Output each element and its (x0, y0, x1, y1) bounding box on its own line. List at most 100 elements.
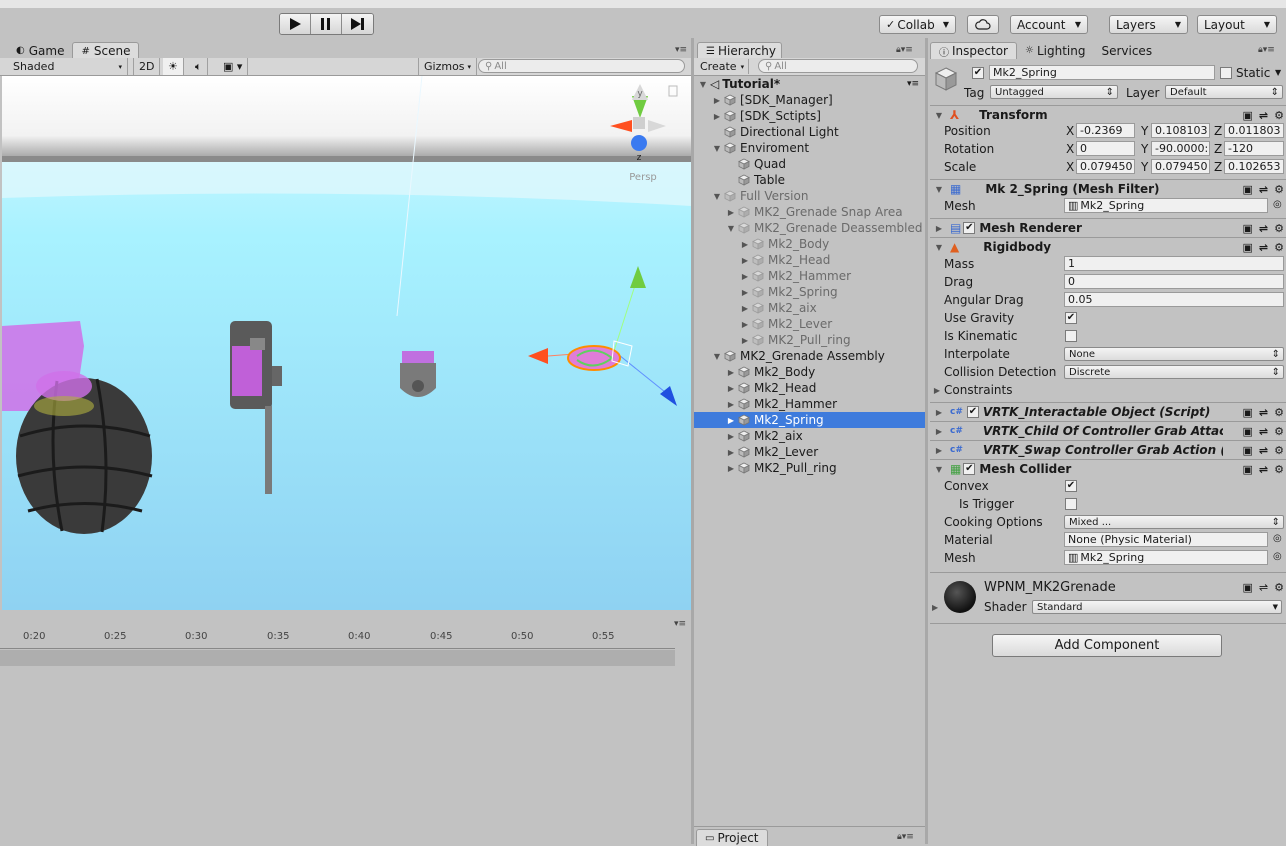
collapsed-arrow-icon[interactable]: ▶ (726, 464, 736, 473)
help-book-icon[interactable]: ▣ (1243, 581, 1253, 594)
expanded-arrow-icon[interactable]: ▼ (712, 144, 722, 153)
scale-x-field[interactable]: 0.079450 (1076, 159, 1135, 174)
active-checkbox[interactable]: ✔ (972, 67, 984, 79)
timeline-ruler[interactable]: 0:20 0:25 0:30 0:35 0:40 0:45 0:50 0:55 (0, 631, 675, 649)
collapsed-arrow-icon[interactable]: ▶ (740, 336, 750, 345)
tab-project[interactable]: ▭ Project (696, 829, 768, 846)
mesh-renderer-header[interactable]: ▶ ▤ ✔ Mesh Renderer ▣ ⇌ ⚙ (930, 218, 1286, 237)
preset-icon[interactable]: ⇌ (1259, 222, 1268, 235)
settings-gear-icon[interactable]: ⚙ (1274, 463, 1284, 476)
help-book-icon[interactable]: ▣ (1243, 109, 1253, 122)
mesh-filter-mesh-field[interactable]: ▥ Mk2_Spring (1064, 198, 1268, 213)
convex-checkbox[interactable]: ✔ (1065, 480, 1077, 492)
account-dropdown[interactable]: Account ▼ (1010, 15, 1088, 34)
tab-scene[interactable]: # Scene (72, 42, 140, 59)
constraints-foldout[interactable]: ▶ Constraints (932, 383, 1013, 397)
preset-icon[interactable]: ⇌ (1259, 406, 1268, 419)
static-checkbox[interactable] (1220, 67, 1232, 79)
scene-root[interactable]: ▼ ◁ Tutorial* ▾≡ (694, 76, 925, 92)
object-picker-icon[interactable]: ◎ (1273, 551, 1282, 562)
expanded-arrow-icon[interactable]: ▼ (712, 352, 722, 361)
script-header-swap-controller[interactable]: ▶ c# VRTK_Swap Controller Grab Action (!… (930, 440, 1286, 459)
rotation-x-field[interactable]: 0 (1076, 141, 1135, 156)
hierarchy-search-input[interactable]: ⚲ All (758, 59, 918, 73)
object-picker-icon[interactable]: ◎ (1273, 533, 1282, 544)
position-y-field[interactable]: 0.108103 (1151, 123, 1210, 138)
mesh-renderer-checkbox[interactable]: ✔ (963, 222, 976, 234)
layer-dropdown[interactable]: Default ⇕ (1165, 85, 1283, 99)
mesh-collider-checkbox[interactable]: ✔ (963, 463, 976, 475)
is-trigger-checkbox[interactable] (1065, 498, 1077, 510)
settings-gear-icon[interactable]: ⚙ (1274, 444, 1284, 457)
expanded-arrow-icon[interactable]: ▼ (712, 192, 722, 201)
collapsed-arrow-icon[interactable]: ▶ (726, 384, 736, 393)
position-z-field[interactable]: 0.011803 (1224, 123, 1284, 138)
add-component-button[interactable]: Add Component (992, 634, 1222, 657)
scale-y-field[interactable]: 0.079450 (1151, 159, 1210, 174)
mesh-filter-header[interactable]: ▼ ▦ Mk 2_Spring (Mesh Filter) ▣ ⇌ ⚙ (930, 179, 1286, 198)
preset-icon[interactable]: ⇌ (1259, 444, 1268, 457)
preset-icon[interactable]: ⇌ (1259, 425, 1268, 438)
hierarchy-item[interactable]: ▼ Enviroment (694, 140, 925, 156)
script-header-interactable-object[interactable]: ▶ c# ✔ VRTK_Interactable Object (Script)… (930, 402, 1286, 421)
hierarchy-item[interactable]: ▶ Mk2_Head (694, 252, 925, 268)
interpolate-dropdown[interactable]: None ⇕ (1064, 347, 1284, 361)
collapsed-arrow-icon[interactable]: ▶ (740, 288, 750, 297)
help-book-icon[interactable]: ▣ (1243, 241, 1253, 254)
collapsed-arrow-icon[interactable]: ▶ (712, 96, 722, 105)
object-picker-icon[interactable]: ◎ (1273, 199, 1282, 210)
collider-mesh-field[interactable]: ▥ Mk2_Spring (1064, 550, 1268, 565)
hierarchy-item[interactable]: Quad (694, 156, 925, 172)
panel-menu-icon[interactable]: ▾≡ (675, 45, 687, 55)
audio-toggle[interactable]: 🔈︎ (190, 58, 208, 75)
preset-icon[interactable]: ⇌ (1259, 109, 1268, 122)
hierarchy-item[interactable]: ▶ Mk2_Hammer (694, 396, 925, 412)
collapsed-arrow-icon[interactable]: ▶ (740, 272, 750, 281)
hierarchy-item[interactable]: ▶ MK2_Grenade Snap Area (694, 204, 925, 220)
collapsed-arrow-icon[interactable]: ▶ (726, 416, 736, 425)
hierarchy-item[interactable]: ▶ Mk2_Body (694, 364, 925, 380)
object-name-field[interactable]: Mk2_Spring (989, 65, 1215, 80)
pause-button[interactable] (311, 14, 342, 34)
hierarchy-item[interactable]: ▶ MK2_Pull_ring (694, 332, 925, 348)
hierarchy-item[interactable]: ▶ Mk2_Spring (694, 412, 925, 428)
collapsed-arrow-icon[interactable]: ▶ (932, 603, 938, 612)
settings-gear-icon[interactable]: ⚙ (1274, 241, 1284, 254)
position-x-field[interactable]: -0.2369 (1076, 123, 1135, 138)
collision-detection-dropdown[interactable]: Discrete ⇕ (1064, 365, 1284, 379)
preset-icon[interactable]: ⇌ (1259, 241, 1268, 254)
hierarchy-item[interactable]: ▶ Mk2_Head (694, 380, 925, 396)
hierarchy-item[interactable]: ▶ [SDK_Sctipts] (694, 108, 925, 124)
layout-dropdown[interactable]: Layout ▼ (1197, 15, 1277, 34)
rotation-z-field[interactable]: -120 (1224, 141, 1284, 156)
settings-gear-icon[interactable]: ⚙ (1274, 109, 1284, 122)
cloud-button[interactable] (967, 15, 999, 34)
is-kinematic-checkbox[interactable] (1065, 330, 1077, 342)
collapsed-arrow-icon[interactable]: ▶ (726, 368, 736, 377)
expanded-arrow-icon[interactable]: ▼ (726, 224, 736, 233)
settings-gear-icon[interactable]: ⚙ (1274, 222, 1284, 235)
scale-z-field[interactable]: 0.102653 (1224, 159, 1284, 174)
create-dropdown[interactable]: Create ▾ (700, 59, 750, 74)
collapsed-arrow-icon[interactable]: ▶ (726, 432, 736, 441)
settings-gear-icon[interactable]: ⚙ (1274, 581, 1284, 594)
tab-lighting[interactable]: ☼ Lighting (1017, 42, 1093, 59)
lighting-toggle[interactable]: ☀ (163, 58, 184, 75)
effects-dropdown[interactable]: ▣ ▾ (218, 58, 249, 75)
help-book-icon[interactable]: ▣ (1243, 425, 1253, 438)
help-book-icon[interactable]: ▣ (1243, 406, 1253, 419)
hierarchy-item[interactable]: ▶ Mk2_Hammer (694, 268, 925, 284)
help-book-icon[interactable]: ▣ (1243, 222, 1253, 235)
hierarchy-item[interactable]: ▶ MK2_Pull_ring (694, 460, 925, 476)
splitter[interactable] (925, 38, 928, 844)
scene-search-input[interactable]: ⚲ All (478, 59, 685, 73)
tag-dropdown[interactable]: Untagged ⇕ (990, 85, 1118, 99)
material-field[interactable]: None (Physic Material) (1064, 532, 1268, 547)
mass-field[interactable]: 1 (1064, 256, 1284, 271)
hierarchy-item[interactable]: ▶ Mk2_Lever (694, 316, 925, 332)
hierarchy-item[interactable]: ▼ Full Version (694, 188, 925, 204)
tab-game[interactable]: ◐ Game (8, 42, 72, 59)
play-button[interactable] (280, 14, 311, 34)
collapsed-arrow-icon[interactable]: ▶ (712, 112, 722, 121)
scene-viewport[interactable]: y z Persp (2, 76, 691, 610)
